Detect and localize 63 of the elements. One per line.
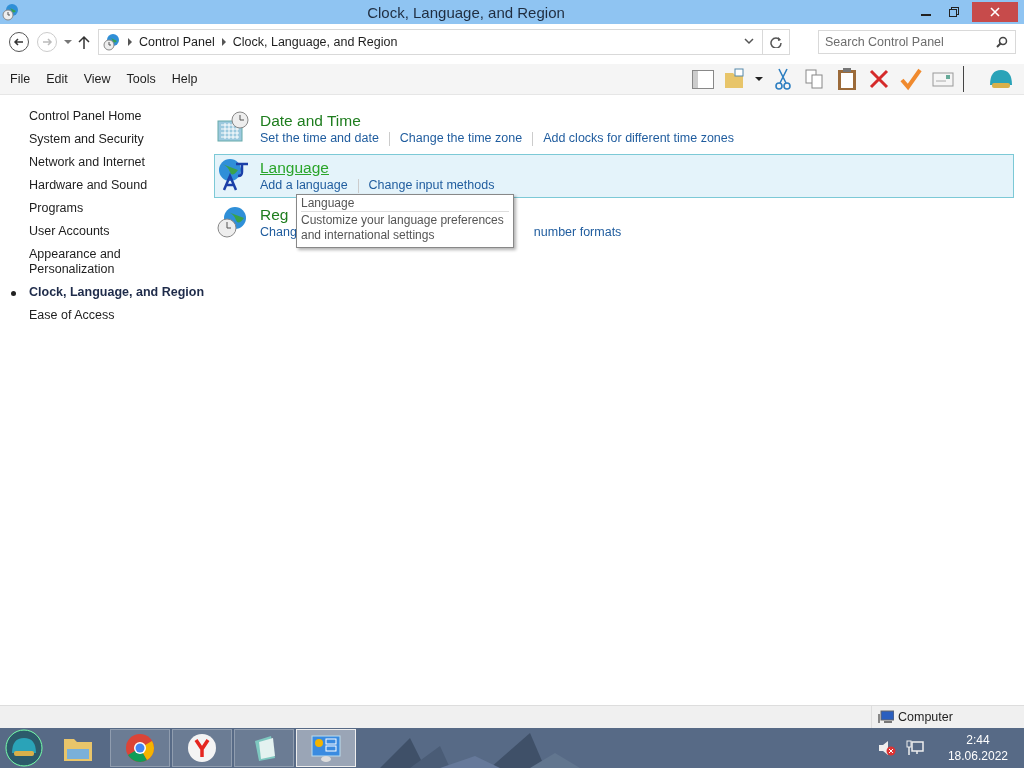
dropdown-icon[interactable] (744, 38, 754, 46)
delete-icon[interactable] (867, 67, 891, 91)
sidebar-item[interactable]: Clock, Language, and Region (29, 285, 205, 300)
refresh-icon[interactable] (770, 36, 782, 48)
menu-item[interactable]: Edit (46, 72, 68, 86)
sidebar-item[interactable]: Ease of Access (29, 308, 189, 323)
restore-icon[interactable] (949, 7, 959, 17)
close-icon[interactable] (990, 7, 1000, 17)
tooltip-text: Customize your language preferences (301, 213, 505, 228)
category-link[interactable]: Set the time and date (260, 131, 379, 146)
window-title: Clock, Language, and Region (366, 3, 566, 21)
globe-letters-icon (216, 158, 250, 192)
calendar-clock-icon (216, 111, 250, 145)
sidebar-item[interactable]: Hardware and Sound (29, 178, 189, 193)
category-link[interactable]: Add a language (260, 178, 348, 193)
sidebar-item[interactable]: Network and Internet (29, 155, 189, 170)
breadcrumb-item[interactable]: Clock, Language, and Region (232, 35, 398, 49)
category-panel[interactable]: Language Add a language Change input methods (214, 154, 1014, 198)
chevron-icon (220, 38, 227, 46)
checkmark-icon[interactable] (899, 67, 923, 91)
menu-item[interactable]: Tools (126, 72, 156, 86)
category-link[interactable]: Change the time zone (399, 131, 523, 146)
status-text: Computer (898, 710, 953, 724)
sidebar-link[interactable]: Control Panel Home (29, 109, 189, 124)
tooltip-text: and international settings (301, 228, 436, 243)
search-icon (996, 36, 1008, 48)
menu-item[interactable]: File (10, 72, 31, 86)
sidebar-item[interactable]: Appearance and Personalization (29, 247, 189, 277)
clock-time[interactable]: 2:44 (947, 732, 1008, 748)
category-link[interactable]: Chang (260, 225, 297, 240)
control-panel-icon (2, 3, 20, 21)
up-arrow-icon[interactable] (78, 35, 90, 49)
network-icon[interactable] (905, 740, 924, 756)
sidebar-item[interactable]: System and Security (29, 132, 189, 147)
search-field[interactable]: Search Control Panel (818, 30, 1016, 54)
folder-icon[interactable] (723, 67, 747, 91)
chrome-icon (125, 733, 155, 763)
start-button[interactable] (5, 729, 43, 767)
yandex-icon (187, 733, 217, 763)
category-link[interactable]: number formats (533, 225, 622, 240)
sidebar-item[interactable]: Programs (29, 201, 189, 216)
muted-speaker-icon[interactable] (877, 740, 896, 756)
taskbar-button[interactable] (296, 729, 356, 767)
control-panel-icon (310, 733, 342, 763)
control-panel-icon (103, 33, 121, 51)
shell-icon[interactable] (988, 67, 1014, 91)
category-link[interactable]: Change input methods (368, 178, 495, 193)
category-link[interactable]: Add clocks for different time zones (543, 131, 734, 146)
menu-item[interactable]: Help (171, 72, 198, 86)
pane-icon[interactable] (691, 67, 715, 91)
tooltip-title: Language (301, 196, 509, 212)
breadcrumb-item[interactable]: Control Panel (139, 35, 215, 49)
computer-icon (878, 710, 894, 724)
menu-item[interactable]: View (83, 72, 111, 86)
chevron-icon (127, 38, 133, 46)
clock-date[interactable]: 18.06.2022 (947, 748, 1008, 764)
address-bar[interactable]: Control Panel Clock, Language, and Region (98, 29, 790, 55)
clipboard-icon[interactable] (835, 67, 859, 91)
category-title[interactable]: Date and Time (260, 111, 734, 131)
caret-icon[interactable] (755, 76, 763, 82)
sidebar-item[interactable]: User Accounts (29, 224, 189, 239)
bullet-icon (11, 291, 16, 296)
back-icon[interactable] (8, 31, 30, 53)
